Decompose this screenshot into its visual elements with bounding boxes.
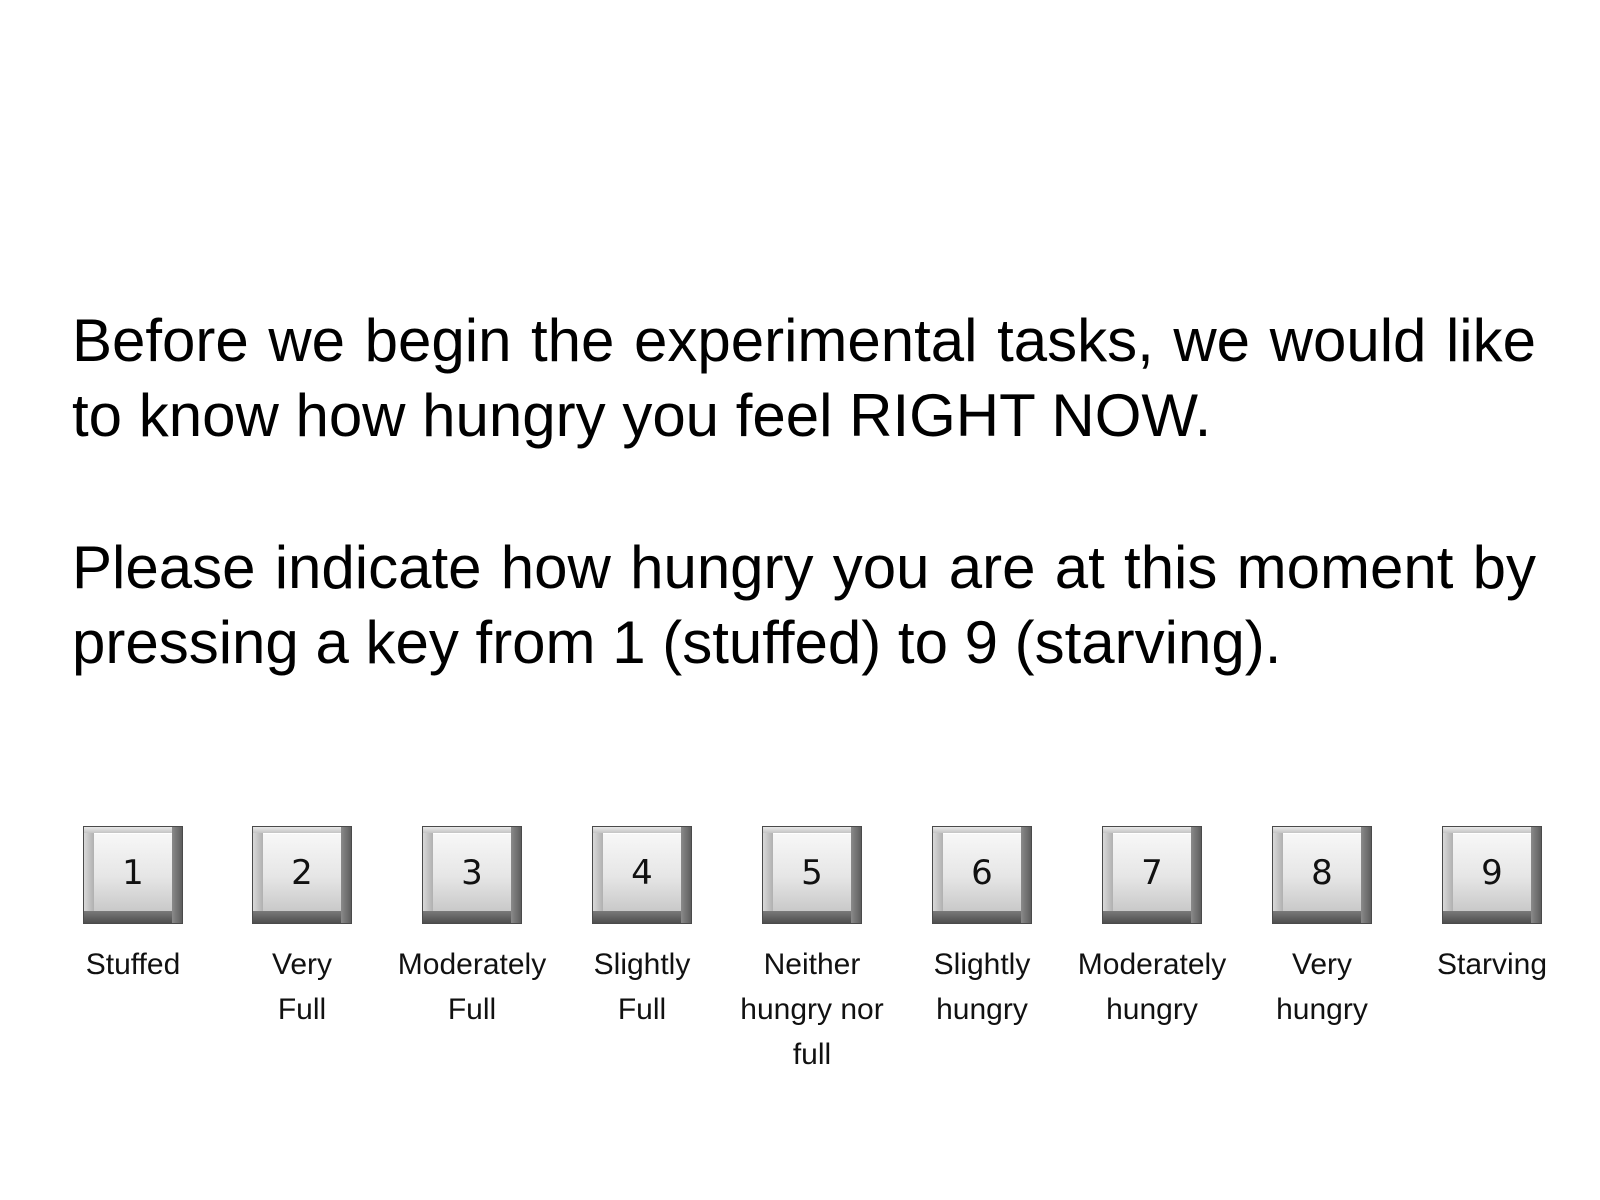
key-8-digit: 8 (1283, 833, 1361, 911)
key-4-digit: 4 (603, 833, 681, 911)
scale-option-8[interactable]: 8 Very hungry (1242, 826, 1402, 1032)
key-3-digit: 3 (433, 833, 511, 911)
instruction-paragraph-1: Before we begin the experimental tasks, … (72, 307, 1536, 449)
key-4-button[interactable]: 4 (592, 826, 692, 924)
scale-option-5[interactable]: 5 Neither hungry nor full (732, 826, 892, 1077)
key-5-button[interactable]: 5 (762, 826, 862, 924)
scale-option-3[interactable]: 3 Moderately Full (392, 826, 552, 1032)
key-4-label: Slightly Full (593, 948, 691, 1026)
hunger-rating-scale: 1 Stuffed 2 Very Full 3 Moderately Full … (0, 826, 1600, 1086)
key-1-button[interactable]: 1 (83, 826, 183, 924)
key-2-label: Very Full (271, 948, 333, 1026)
key-5-digit: 5 (773, 833, 851, 911)
scale-option-2[interactable]: 2 Very Full (222, 826, 382, 1032)
key-1-label: Stuffed (85, 948, 181, 981)
scale-option-6[interactable]: 6 Slightly hungry (902, 826, 1062, 1032)
scale-option-7[interactable]: 7 Moderately hungry (1072, 826, 1232, 1032)
key-7-digit: 7 (1113, 833, 1191, 911)
key-6-digit: 6 (943, 833, 1021, 911)
key-6-label: Slightly hungry (933, 948, 1031, 1026)
scale-option-9[interactable]: 9 Starving (1412, 826, 1572, 987)
scale-option-4[interactable]: 4 Slightly Full (562, 826, 722, 1032)
key-3-label: Moderately Full (397, 948, 547, 1026)
key-8-label: Very hungry (1276, 948, 1368, 1026)
key-8-button[interactable]: 8 (1272, 826, 1372, 924)
key-2-digit: 2 (263, 833, 341, 911)
key-9-button[interactable]: 9 (1442, 826, 1542, 924)
key-1-digit: 1 (94, 833, 172, 911)
scale-option-1[interactable]: 1 Stuffed (53, 826, 213, 987)
key-7-button[interactable]: 7 (1102, 826, 1202, 924)
key-7-label: Moderately hungry (1077, 948, 1227, 1026)
key-6-button[interactable]: 6 (932, 826, 1032, 924)
key-9-digit: 9 (1453, 833, 1531, 911)
key-2-button[interactable]: 2 (252, 826, 352, 924)
instruction-paragraph-2: Please indicate how hungry you are at th… (72, 534, 1536, 676)
key-3-button[interactable]: 3 (422, 826, 522, 924)
key-5-label: Neither hungry nor full (740, 948, 884, 1071)
key-9-label: Starving (1436, 948, 1548, 981)
